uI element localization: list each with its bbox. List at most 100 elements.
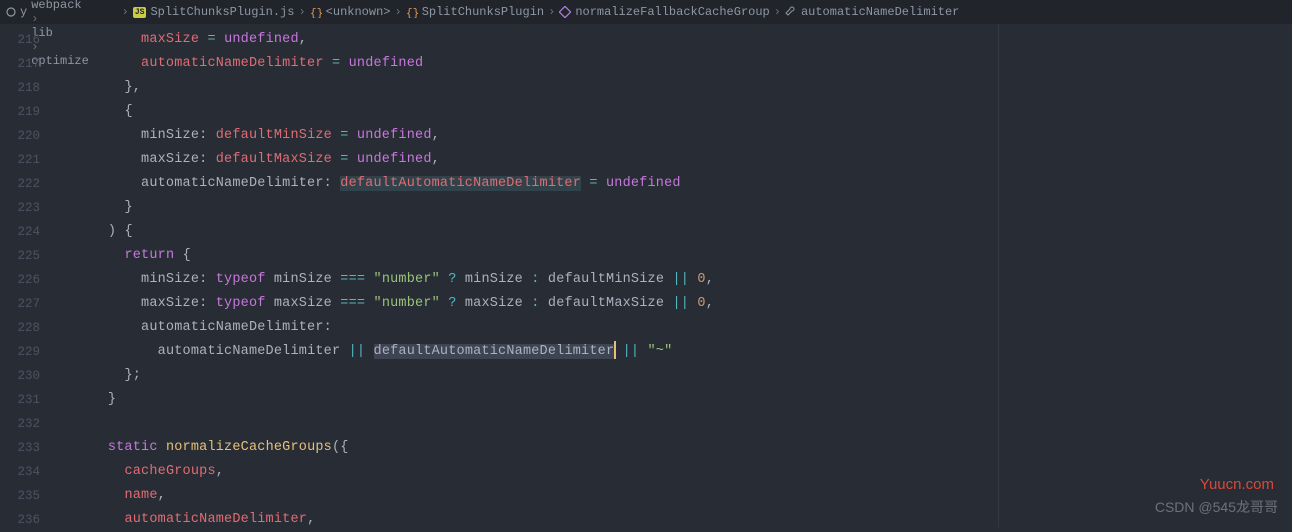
token-punct [216,32,224,47]
breadcrumb-root[interactable]: y [6,5,27,19]
token-property: minSize [141,128,199,143]
line-number: 225 [0,244,40,268]
code-line[interactable]: return { [58,244,1286,268]
breadcrumb-symbol[interactable]: automaticNameDelimiter [785,5,959,19]
code-line[interactable]: } [58,196,1286,220]
breadcrumb-label: SplitChunksPlugin.js [150,5,294,19]
token-property: minSize [274,272,332,287]
token-keyword: undefined [606,176,681,191]
token-property: defaultMaxSize [548,296,664,311]
token-string: "~" [648,344,673,359]
token-punct: , [158,488,166,503]
token-operator: ? [448,272,456,287]
code-line[interactable]: } [58,388,1286,412]
token-punct: , [706,272,714,287]
token-punct [457,272,465,287]
code-line[interactable]: }; [58,364,1286,388]
token-punct [365,272,373,287]
token-punct [340,56,348,71]
code-line[interactable]: cacheGroups, [58,460,1286,484]
token-operator: = [589,176,597,191]
token-property: maxSize [141,152,199,167]
token-punct [91,80,124,95]
token-keyword: undefined [224,32,299,47]
code-line[interactable] [58,412,1286,436]
token-var: defaultMaxSize [216,152,332,167]
token-punct [91,272,141,287]
token-punct [91,248,124,263]
token-operator: : [531,296,539,311]
token-punct: : [199,128,216,143]
token-operator: || [672,272,689,287]
code-line[interactable]: maxSize = undefined, [58,28,1286,52]
line-number: 233 [0,436,40,460]
line-number: 223 [0,196,40,220]
code-line[interactable]: maxSize: defaultMaxSize = undefined, [58,148,1286,172]
code-line[interactable]: ) { [58,220,1286,244]
code-line[interactable]: automaticNameDelimiter: [58,316,1286,340]
breadcrumb-symbol[interactable]: {} SplitChunksPlugin [406,5,544,19]
line-number: 236 [0,508,40,532]
token-operator: = [340,128,348,143]
token-punct [457,296,465,311]
breadcrumb-bar: y ›node_modules›webpack›lib›optimize › J… [0,0,1292,24]
token-punct: { [183,248,191,263]
token-punct [91,512,124,527]
code-line[interactable]: maxSize: typeof maxSize === "number" ? m… [58,292,1286,316]
code-line[interactable]: { [58,100,1286,124]
token-var: defaultAutomaticNameDelimiter [340,176,581,191]
code-editor[interactable]: 2162172182192202212222232242252262272282… [0,24,1292,527]
token-punct: , [432,128,440,143]
token-property: defaultAutomaticNameDelimiter [374,344,615,359]
breadcrumb-folder[interactable]: webpack [31,0,117,12]
code-line[interactable]: minSize: typeof minSize === "number" ? m… [58,268,1286,292]
token-punct [91,368,124,383]
token-property: automaticNameDelimiter [141,176,324,191]
code-area[interactable]: maxSize = undefined, automaticNameDelimi… [58,24,1286,527]
token-property: automaticNameDelimiter [141,320,324,335]
code-line[interactable]: static normalizeCacheGroups({ [58,436,1286,460]
token-keyword: return [124,248,174,263]
token-punct: : [324,320,332,335]
code-line[interactable]: name, [58,484,1286,508]
circle-icon [6,7,16,17]
minimap[interactable] [1286,24,1292,527]
token-punct [91,32,141,47]
token-punct: , [706,296,714,311]
token-property: maxSize [465,296,523,311]
token-punct [440,272,448,287]
token-punct [440,296,448,311]
code-line[interactable]: automaticNameDelimiter, [58,508,1286,532]
chevron-right-icon: › [548,5,555,19]
token-punct: : [324,176,341,191]
breadcrumb-symbol[interactable]: normalizeFallbackCacheGroup [559,5,769,19]
token-number: 0 [697,296,705,311]
breadcrumb-symbol[interactable]: {} <unknown> [310,5,391,19]
line-number: 227 [0,292,40,316]
token-var: cacheGroups [124,464,215,479]
token-keyword: typeof [216,272,266,287]
line-number: 218 [0,76,40,100]
code-line[interactable]: automaticNameDelimiter || defaultAutomat… [58,340,1286,364]
code-line[interactable]: automaticNameDelimiter: defaultAutomatic… [58,172,1286,196]
class-icon: {} [406,6,418,18]
breadcrumb-file[interactable]: JS SplitChunksPlugin.js [133,5,295,19]
token-punct [91,320,141,335]
token-punct [174,248,182,263]
token-punct: } [124,200,132,215]
line-number: 231 [0,388,40,412]
code-line[interactable]: }, [58,76,1286,100]
token-keyword: undefined [357,152,432,167]
token-var: name [124,488,157,503]
line-number: 229 [0,340,40,364]
token-punct [266,272,274,287]
code-line[interactable]: minSize: defaultMinSize = undefined, [58,124,1286,148]
token-punct [91,176,141,191]
line-number: 220 [0,124,40,148]
breadcrumb-label: automaticNameDelimiter [801,5,959,19]
token-keyword: undefined [349,56,424,71]
token-keyword: typeof [216,296,266,311]
code-line[interactable]: automaticNameDelimiter = undefined [58,52,1286,76]
token-punct [365,296,373,311]
line-number: 228 [0,316,40,340]
